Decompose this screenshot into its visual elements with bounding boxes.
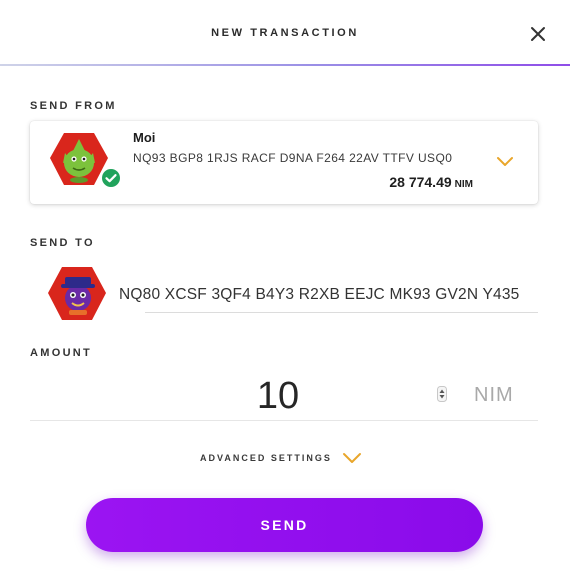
advanced-settings-label: ADVANCED SETTINGS <box>200 453 332 463</box>
sender-dropdown-toggle[interactable] <box>496 155 514 173</box>
sender-account-selector[interactable]: Moi NQ93 BGP8 1RJS RACF D9NA F264 22AV T… <box>30 121 538 204</box>
recipient-underline <box>145 312 538 313</box>
new-transaction-modal: NEW TRANSACTION SEND FROM Moi NQ93 BGP8 … <box>0 0 570 587</box>
balance-amount: 28 774.49 <box>389 174 452 190</box>
close-button[interactable] <box>526 22 550 46</box>
modal-title: NEW TRANSACTION <box>211 27 359 39</box>
send-from-label: SEND FROM <box>30 100 117 112</box>
recipient-address-input[interactable]: NQ80 XCSF 3QF4 B4Y3 R2XB EEJC MK93 GV2N … <box>119 286 520 304</box>
send-button[interactable]: SEND <box>86 498 483 552</box>
stepper-icon <box>437 386 447 402</box>
chevron-down-icon <box>497 157 513 166</box>
sender-address: NQ93 BGP8 1RJS RACF D9NA F264 22AV TTFV … <box>133 151 453 165</box>
balance-unit: NIM <box>454 179 473 190</box>
amount-unit: NIM <box>474 384 514 406</box>
amount-stepper[interactable] <box>437 386 447 402</box>
recipient-avatar <box>47 265 109 328</box>
verified-badge <box>100 167 122 194</box>
chevron-down-icon <box>343 453 361 463</box>
header-divider <box>0 64 570 66</box>
close-icon <box>531 27 545 41</box>
send-to-label: SEND TO <box>30 237 95 249</box>
amount-input[interactable]: 10 <box>238 375 318 418</box>
amount-label: AMOUNT <box>30 347 93 359</box>
sender-balance: 28 774.49 NIM <box>389 174 473 190</box>
advanced-settings-toggle[interactable]: ADVANCED SETTINGS <box>198 450 368 466</box>
sender-name: Moi <box>133 130 156 145</box>
check-badge-icon <box>100 167 122 189</box>
modal-header: NEW TRANSACTION <box>0 0 570 66</box>
amount-underline <box>30 420 538 421</box>
